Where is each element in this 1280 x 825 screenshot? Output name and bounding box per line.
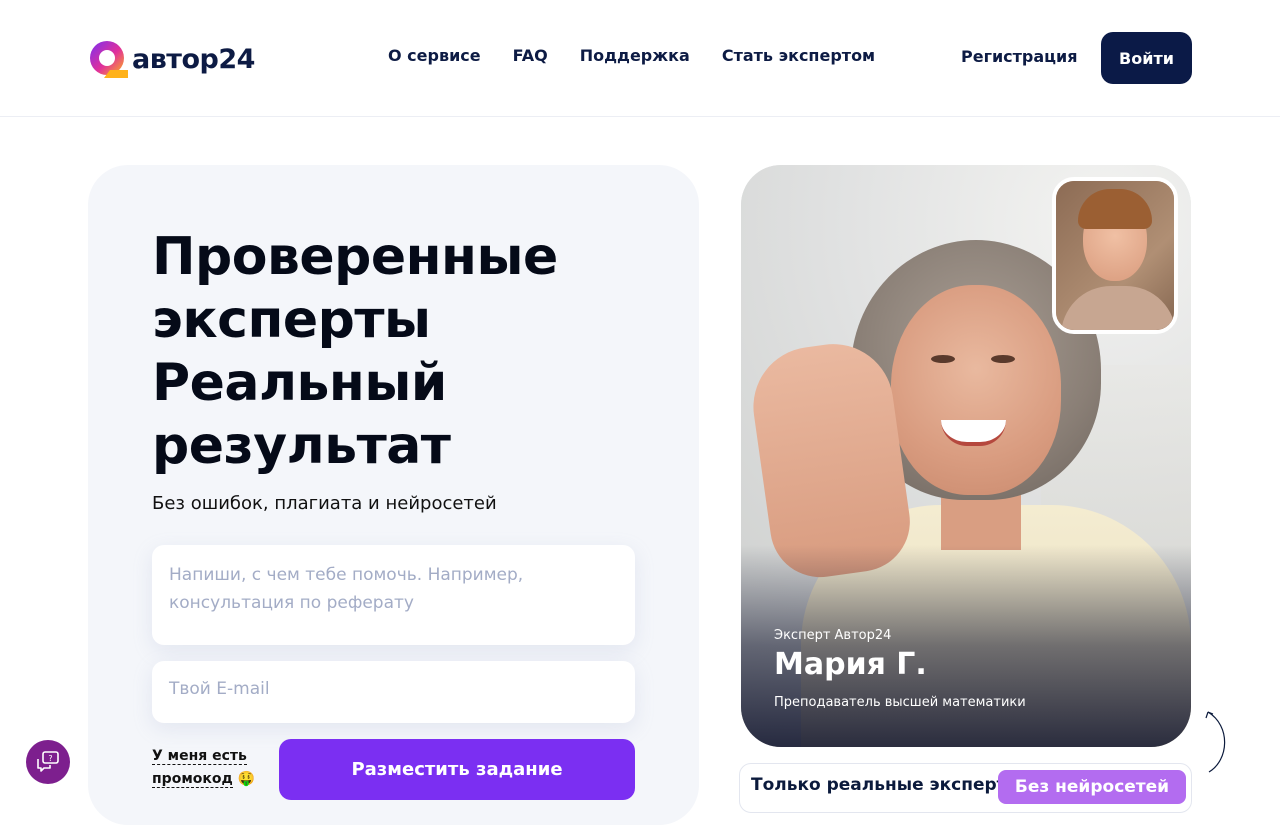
chat-question-icon[interactable]: ?: [26, 740, 70, 784]
headline-line: эксперты: [152, 290, 431, 350]
strip-text: Только реальные эксперты: [751, 775, 1022, 795]
nav-item-faq[interactable]: FAQ: [513, 46, 548, 65]
nav-item-become-expert[interactable]: Стать экспертом: [722, 46, 875, 65]
client-avatar-card: [1052, 177, 1178, 334]
hero-headline: Проверенные эксперты Реальный результат: [152, 226, 632, 478]
money-face-icon: 🤑: [237, 771, 256, 787]
photo-shade: [741, 545, 1191, 747]
features-strip: Только реальные эксперты Без нейросетей: [739, 763, 1192, 813]
logo-text: автор24: [132, 43, 255, 75]
scroll-arrow-icon: [1205, 710, 1229, 774]
logo[interactable]: автор24: [88, 39, 255, 79]
promo-code-link[interactable]: У меня есть промокод 🤑: [152, 745, 262, 791]
expert-role: Преподаватель высшей математики: [774, 695, 1026, 710]
main-nav: О сервисе FAQ Поддержка Стать экспертом: [388, 46, 875, 65]
headline-line: Проверенные: [152, 227, 558, 287]
site-header: автор24 О сервисе FAQ Поддержка Стать эк…: [0, 0, 1280, 117]
submit-task-button[interactable]: Разместить задание: [279, 739, 635, 800]
expert-photo-face: [891, 285, 1061, 495]
expert-photo-eye: [931, 355, 955, 363]
nav-item-support[interactable]: Поддержка: [580, 46, 690, 65]
promo-label[interactable]: У меня есть промокод: [152, 748, 247, 788]
expert-name: Мария Г.: [774, 647, 927, 682]
headline-line: Реальный: [152, 353, 447, 413]
register-link[interactable]: Регистрация: [961, 47, 1078, 66]
headline-line: результат: [152, 416, 451, 476]
expert-tag: Эксперт Автор24: [774, 628, 892, 643]
avtor24-logo-icon: [88, 40, 128, 78]
no-ai-badge: Без нейросетей: [998, 770, 1186, 804]
expert-photo-eye: [991, 355, 1015, 363]
nav-item-about[interactable]: О сервисе: [388, 46, 481, 65]
email-input[interactable]: Твой E-mail: [152, 661, 635, 723]
login-button[interactable]: Войти: [1101, 32, 1192, 84]
task-input[interactable]: Напиши, с чем тебе помочь. Например, кон…: [152, 545, 635, 645]
svg-text:?: ?: [48, 754, 52, 763]
hero-subheadline: Без ошибок, плагиата и нейросетей: [152, 493, 497, 514]
